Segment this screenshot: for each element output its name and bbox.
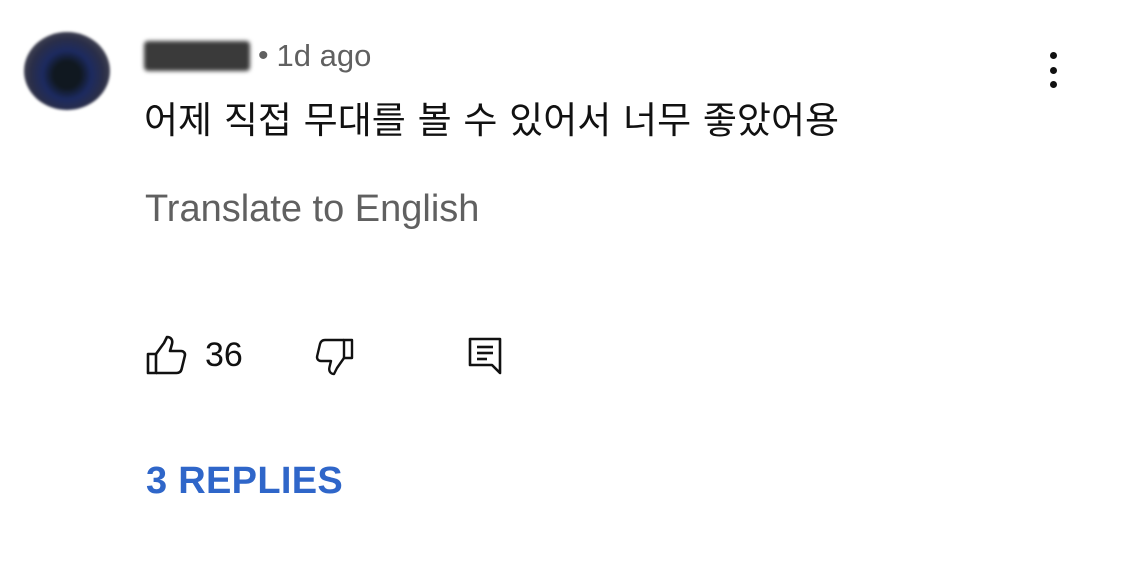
more-options-button[interactable]	[1036, 48, 1070, 92]
comment-item: username • 1d ago 어제 직접 무대를 볼 수 있어서 너무 좋…	[0, 0, 1125, 564]
dislike-button[interactable]	[315, 336, 357, 378]
header-separator: •	[258, 39, 269, 72]
reply-button[interactable]	[467, 336, 507, 378]
like-button[interactable]	[145, 334, 189, 378]
comment-icon	[468, 337, 502, 375]
like-count: 36	[205, 336, 243, 374]
more-vertical-icon	[1049, 52, 1057, 59]
view-replies-button[interactable]: 3 REPLIES	[146, 460, 343, 503]
translate-button[interactable]: Translate to English	[145, 188, 479, 231]
comment-text: 어제 직접 무대를 볼 수 있어서 너무 좋았어용	[144, 99, 840, 142]
comment-header: username • 1d ago	[144, 36, 371, 76]
comment-time: 1d ago	[276, 38, 372, 73]
avatar[interactable]	[24, 32, 110, 110]
thumbs-down-icon	[315, 338, 354, 376]
thumbs-up-icon	[146, 335, 187, 375]
author-name[interactable]: username	[144, 41, 250, 71]
